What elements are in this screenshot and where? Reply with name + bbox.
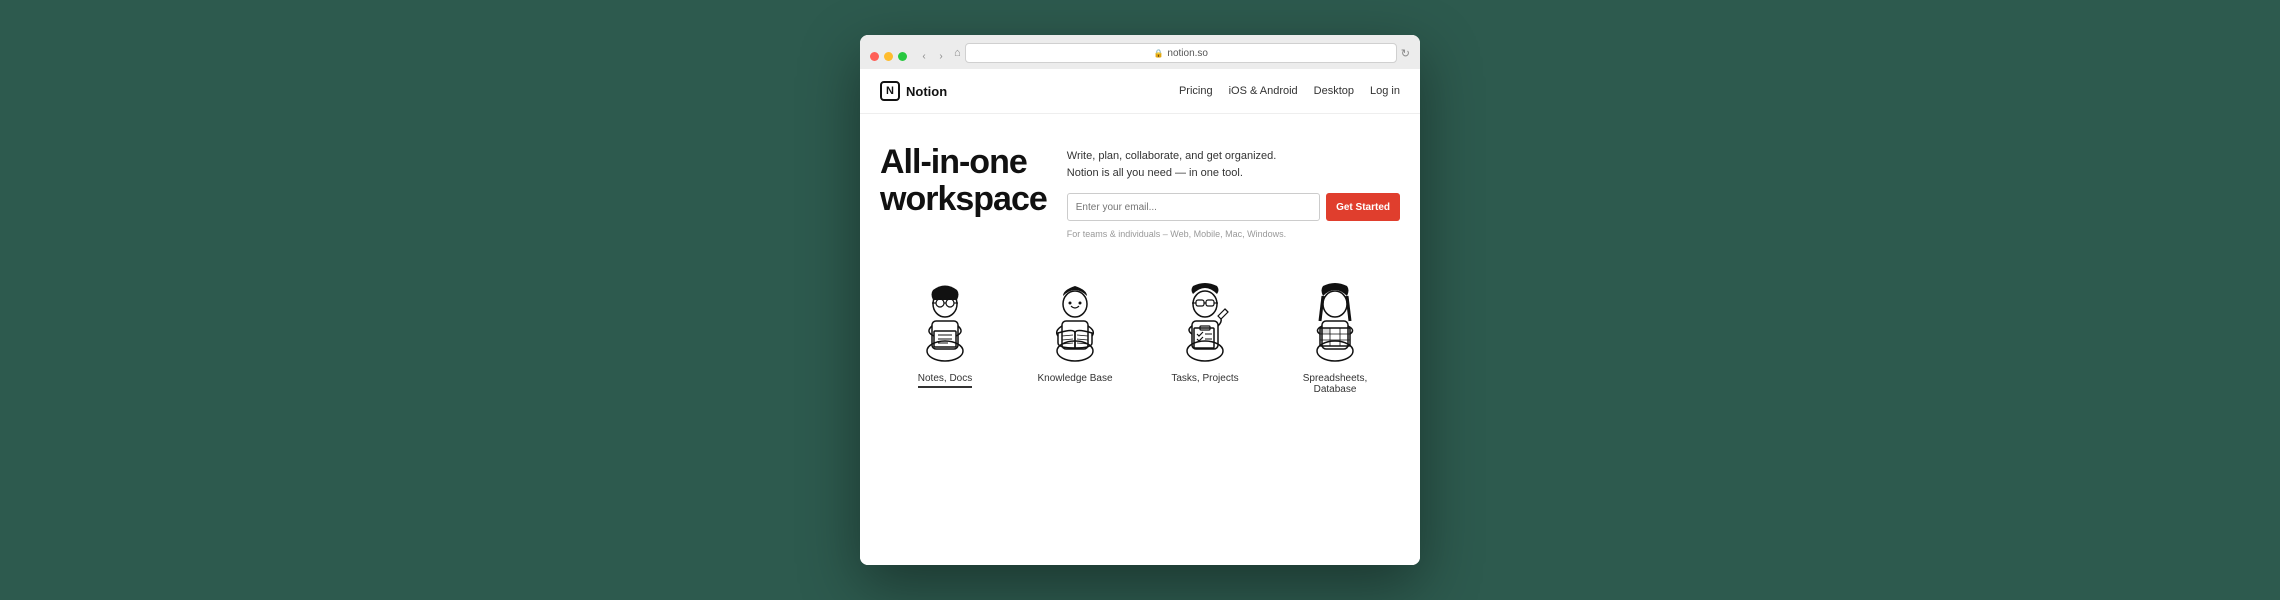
- brand-name: Notion: [906, 84, 947, 99]
- traffic-lights: [870, 52, 907, 61]
- minimize-button[interactable]: [884, 52, 893, 61]
- home-icon[interactable]: ⌂: [954, 47, 961, 59]
- address-bar[interactable]: 🔒 notion.so: [965, 43, 1397, 63]
- hero-right: Write, plan, collaborate, and get organi…: [1067, 144, 1400, 239]
- feature-notes-docs[interactable]: Notes, Docs: [895, 275, 995, 395]
- hero-title-line2: workspace: [880, 180, 1047, 218]
- browser-titlebar: ‹ › ⌂ 🔒 notion.so ↻: [870, 43, 1410, 69]
- email-input[interactable]: [1067, 193, 1320, 221]
- get-started-button[interactable]: Get Started: [1326, 193, 1400, 221]
- close-button[interactable]: [870, 52, 879, 61]
- features-section: Notes, Docs: [860, 259, 1420, 415]
- hero-left: All-in-one workspace: [880, 144, 1047, 239]
- notion-nav: N Notion Pricing iOS & Android Desktop L…: [860, 69, 1420, 114]
- platforms-text: For teams & individuals – Web, Mobile, M…: [1067, 229, 1400, 239]
- browser-content: N Notion Pricing iOS & Android Desktop L…: [860, 69, 1420, 565]
- hero-description: Write, plan, collaborate, and get organi…: [1067, 148, 1400, 181]
- feature-label-notes-docs: Notes, Docs: [918, 373, 972, 388]
- hero-title-line1: All-in-one: [880, 143, 1027, 181]
- nav-link-ios-android[interactable]: iOS & Android: [1229, 85, 1298, 97]
- feature-knowledge-base[interactable]: Knowledge Base: [1025, 275, 1125, 395]
- feature-label-tasks-projects: Tasks, Projects: [1171, 373, 1238, 384]
- browser-window: ‹ › ⌂ 🔒 notion.so ↻ N Notion: [860, 35, 1420, 565]
- hero-desc-line1: Write, plan, collaborate, and get organi…: [1067, 150, 1277, 162]
- notion-nav-links: Pricing iOS & Android Desktop Log in: [1179, 85, 1400, 97]
- hero-desc-line2: Notion is all you need — in one tool.: [1067, 167, 1243, 179]
- feature-spreadsheets-database[interactable]: Spreadsheets, Database: [1285, 275, 1385, 395]
- browser-chrome: ‹ › ⌂ 🔒 notion.so ↻: [860, 35, 1420, 69]
- url-text: notion.so: [1167, 48, 1208, 59]
- back-button[interactable]: ‹: [917, 49, 931, 63]
- logo-letter: N: [886, 85, 894, 97]
- nav-buttons: ‹ ›: [917, 49, 948, 63]
- notes-docs-illustration: [905, 275, 985, 365]
- nav-link-pricing[interactable]: Pricing: [1179, 85, 1213, 97]
- maximize-button[interactable]: [898, 52, 907, 61]
- email-row: Get Started: [1067, 193, 1400, 221]
- feature-label-spreadsheets-database: Spreadsheets, Database: [1285, 373, 1385, 395]
- hero-section: All-in-one workspace Write, plan, collab…: [860, 114, 1420, 259]
- hero-title: All-in-one workspace: [880, 144, 1047, 219]
- knowledge-base-illustration: [1035, 275, 1115, 365]
- notion-logo-icon: N: [880, 81, 900, 101]
- reload-icon[interactable]: ↻: [1401, 47, 1410, 60]
- lock-icon: 🔒: [1153, 49, 1163, 58]
- nav-link-login[interactable]: Log in: [1370, 85, 1400, 97]
- spreadsheets-database-illustration: [1295, 275, 1375, 365]
- notion-logo: N Notion: [880, 81, 947, 101]
- tasks-projects-illustration: [1165, 275, 1245, 365]
- forward-button[interactable]: ›: [934, 49, 948, 63]
- feature-tasks-projects[interactable]: Tasks, Projects: [1155, 275, 1255, 395]
- nav-link-desktop[interactable]: Desktop: [1314, 85, 1354, 97]
- feature-label-knowledge-base: Knowledge Base: [1037, 373, 1112, 384]
- address-bar-container: ⌂ 🔒 notion.so ↻: [954, 43, 1410, 69]
